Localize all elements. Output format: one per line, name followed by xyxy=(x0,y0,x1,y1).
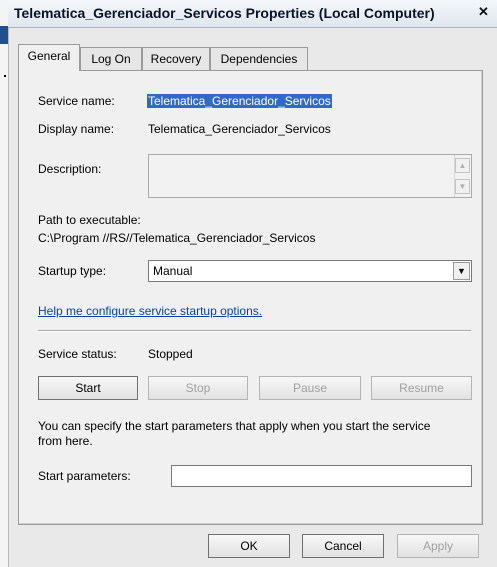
scroll-up-icon[interactable]: ▲ xyxy=(455,158,470,173)
start-button[interactable]: Start xyxy=(38,376,138,400)
help-link[interactable]: Help me configure service startup option… xyxy=(38,304,262,318)
background-window-selection xyxy=(0,26,8,44)
description-label: Description: xyxy=(38,162,102,176)
apply-button[interactable]: Apply xyxy=(397,534,479,558)
service-name-label: Service name: xyxy=(38,94,115,108)
cancel-button[interactable]: Cancel xyxy=(302,534,384,558)
startup-type-value: Manual xyxy=(153,264,193,278)
pause-button[interactable]: Pause xyxy=(259,376,361,400)
display-name-label: Display name: xyxy=(38,122,115,136)
tab-general[interactable]: General xyxy=(18,44,80,71)
start-params-note-continued: from here. xyxy=(38,434,93,448)
display-name-value[interactable]: Telematica_Gerenciador_Servicos xyxy=(148,122,331,136)
chevron-down-icon[interactable]: ▼ xyxy=(453,262,470,280)
close-icon[interactable]: ✕ xyxy=(476,5,491,20)
general-tab-panel xyxy=(18,70,483,525)
description-scrollbar[interactable]: ▲ ▼ xyxy=(454,155,471,197)
startup-type-label: Startup type: xyxy=(38,264,107,278)
background-window-edge xyxy=(0,0,9,567)
description-field[interactable]: ▲ ▼ xyxy=(148,154,472,198)
start-params-input[interactable] xyxy=(171,465,472,487)
service-status-label: Service status: xyxy=(38,347,117,361)
start-params-note: You can specify the start parameters tha… xyxy=(38,419,431,433)
ok-button[interactable]: OK xyxy=(208,534,290,558)
path-value[interactable]: C:\Program //RS//Telematica_Gerenciador_… xyxy=(38,231,315,245)
tab-log-on[interactable]: Log On xyxy=(80,47,142,70)
stop-button[interactable]: Stop xyxy=(148,376,248,400)
tab-dependencies[interactable]: Dependencies xyxy=(210,47,308,70)
path-label: Path to executable: xyxy=(38,213,141,227)
tab-recovery[interactable]: Recovery xyxy=(142,47,210,70)
title-bar: Telematica_Gerenciador_Servicos Properti… xyxy=(8,0,497,28)
startup-type-select[interactable]: Manual ▼ xyxy=(148,260,472,282)
service-name-value[interactable]: Telematica_Gerenciador_Servicos xyxy=(147,94,332,108)
divider xyxy=(38,330,471,332)
service-status-value: Stopped xyxy=(148,347,193,361)
background-window-marker xyxy=(4,75,6,77)
scroll-down-icon[interactable]: ▼ xyxy=(455,179,470,194)
start-params-label: Start parameters: xyxy=(38,469,131,483)
window-title: Telematica_Gerenciador_Servicos Properti… xyxy=(14,5,435,21)
resume-button[interactable]: Resume xyxy=(371,376,472,400)
